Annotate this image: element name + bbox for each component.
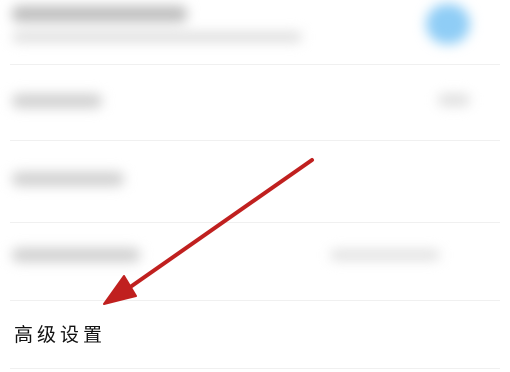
row-1-title <box>12 6 187 22</box>
settings-screen: 高级设置 <box>0 0 510 372</box>
row-4-label <box>12 248 140 262</box>
row-1-toggle[interactable] <box>426 4 470 44</box>
divider <box>10 222 500 223</box>
row-4-value <box>330 250 440 260</box>
settings-row-1[interactable] <box>0 0 510 60</box>
divider <box>10 140 500 141</box>
divider <box>10 300 500 301</box>
row-3-label <box>12 172 124 186</box>
row-2-label <box>12 94 102 108</box>
settings-row-4[interactable] <box>0 236 510 276</box>
row-1-subtitle <box>12 32 302 42</box>
divider <box>10 368 500 369</box>
settings-row-3[interactable] <box>0 160 510 200</box>
divider <box>10 64 500 65</box>
settings-row-2[interactable] <box>0 80 510 120</box>
advanced-settings-label: 高级设置 <box>14 324 107 346</box>
row-2-value <box>438 94 470 106</box>
